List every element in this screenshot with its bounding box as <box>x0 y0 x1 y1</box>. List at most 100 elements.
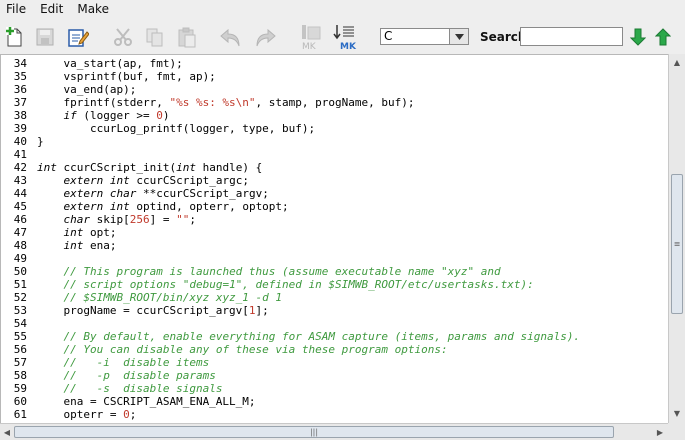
code-line: extern int optind, opterr, optopt; <box>37 200 289 213</box>
undo-button[interactable] <box>218 23 244 51</box>
make-button[interactable]: MK <box>332 23 358 51</box>
code-line: va_start(ap, fmt); <box>37 57 183 70</box>
scroll-left-icon[interactable]: ◀ <box>1 426 13 438</box>
code-token: ccurCScript_init( <box>56 161 177 174</box>
code-token: // script options "debug=1", defined in … <box>63 278 534 291</box>
line-number: 60 <box>13 395 27 408</box>
copy-icon <box>146 28 163 47</box>
code-line: // -i disable items <box>37 356 210 369</box>
edit-file-button[interactable] <box>65 23 91 51</box>
line-number: 42 <box>13 161 27 174</box>
code-token: "%s %s: %s\n" <box>169 96 256 109</box>
code-token: } <box>37 135 44 148</box>
code-line: // script options "debug=1", defined in … <box>37 278 534 291</box>
code-editor[interactable]: 34 va_start(ap, fmt); 35 vsprintf(buf, fm… <box>0 54 668 423</box>
line-number: 44 <box>13 187 27 200</box>
line-number: 51 <box>13 278 27 291</box>
code-token: handle) { <box>195 161 263 174</box>
menu-edit[interactable]: Edit <box>33 0 70 19</box>
menu-file[interactable]: File <box>0 0 33 19</box>
line-number: 41 <box>13 148 27 161</box>
code-line: progName = ccurCScript_argv[1]; <box>37 304 268 317</box>
code-line: } <box>37 135 44 148</box>
line-number: 43 <box>13 174 27 187</box>
line-number: 48 <box>13 239 27 252</box>
code-line: int ena; <box>37 239 117 252</box>
line-number: 57 <box>13 356 27 369</box>
code-token: va_start(ap, fmt); <box>37 57 183 70</box>
code-token: progName = ccurCScript_argv[ <box>37 304 249 317</box>
line-number: 49 <box>13 252 27 265</box>
edit-file-icon <box>68 29 89 47</box>
search-input[interactable] <box>520 27 623 46</box>
horizontal-scroll-thumb[interactable]: ||| <box>14 426 614 438</box>
line-number: 56 <box>13 343 27 356</box>
menu-bar: File Edit Make <box>0 0 685 19</box>
copy-button[interactable] <box>142 23 168 51</box>
scroll-down-icon[interactable]: ▼ <box>671 407 683 419</box>
code-token: opt; <box>83 226 117 239</box>
code-token: // -p disable params <box>63 369 216 382</box>
code-token: 1 <box>248 304 256 317</box>
code-line: int opt; <box>37 226 117 239</box>
undo-icon <box>220 28 240 47</box>
code-token: ) <box>162 109 170 122</box>
line-number: 54 <box>13 317 27 330</box>
search-next-button[interactable] <box>629 28 647 46</box>
paste-button[interactable] <box>174 23 200 51</box>
code-line: if (logger >= 0) <box>37 109 170 122</box>
save-icon <box>36 28 54 46</box>
line-number: 45 <box>13 200 27 213</box>
code-token: ena = CSCRIPT_ASAM_ENA_ALL_M; <box>37 395 256 408</box>
code-token: va_end(ap); <box>37 83 137 96</box>
mk-disabled-icon: MK <box>302 25 321 51</box>
code-token: char <box>63 213 91 226</box>
svg-text:MK: MK <box>340 42 357 51</box>
language-select-value: C <box>384 29 393 43</box>
paste-icon <box>178 27 196 48</box>
make-disabled-button[interactable]: MK <box>298 23 324 51</box>
horizontal-scrollbar[interactable]: ◀ ||| ▶ <box>0 423 668 440</box>
code-line: ccurLog_printf(logger, type, buf); <box>37 122 315 135</box>
arrow-down-icon <box>630 28 646 46</box>
cut-button[interactable] <box>110 23 136 51</box>
line-number: 38 <box>13 109 27 122</box>
new-file-button[interactable] <box>2 23 28 51</box>
line-number: 39 <box>13 122 27 135</box>
code-token: // -s disable signals <box>63 382 223 395</box>
code-line: // You can disable any of these via thes… <box>37 343 448 356</box>
menu-make[interactable]: Make <box>70 0 116 19</box>
line-number: 35 <box>13 70 27 83</box>
code-token: // You can disable any of these via thes… <box>63 343 448 356</box>
code-line: ena = CSCRIPT_ASAM_ENA_ALL_M; <box>37 395 256 408</box>
code-token: // By default, enable everything for ASA… <box>63 330 581 343</box>
code-token: ; <box>189 213 196 226</box>
code-line: extern int ccurCScript_argc; <box>37 174 249 187</box>
code-token: fprintf(stderr, <box>37 96 170 109</box>
code-token: extern int <box>63 174 130 187</box>
scroll-up-icon[interactable]: ▲ <box>671 56 683 68</box>
language-select[interactable]: C <box>380 28 469 45</box>
code-token: int <box>37 161 57 174</box>
line-number: 55 <box>13 330 27 343</box>
redo-button[interactable] <box>252 23 278 51</box>
arrow-up-icon <box>655 28 671 46</box>
save-button[interactable] <box>32 23 58 51</box>
line-number: 58 <box>13 369 27 382</box>
scroll-right-icon[interactable]: ▶ <box>654 426 666 438</box>
chevron-down-icon[interactable] <box>449 29 468 44</box>
vertical-scrollbar[interactable]: ▲ ≡ ▼ <box>668 54 685 423</box>
vertical-scroll-thumb[interactable]: ≡ <box>671 174 683 314</box>
search-previous-button[interactable] <box>654 28 672 46</box>
code-token: ena; <box>83 239 117 252</box>
line-number: 40 <box>13 135 27 148</box>
code-line: // -p disable params <box>37 369 216 382</box>
